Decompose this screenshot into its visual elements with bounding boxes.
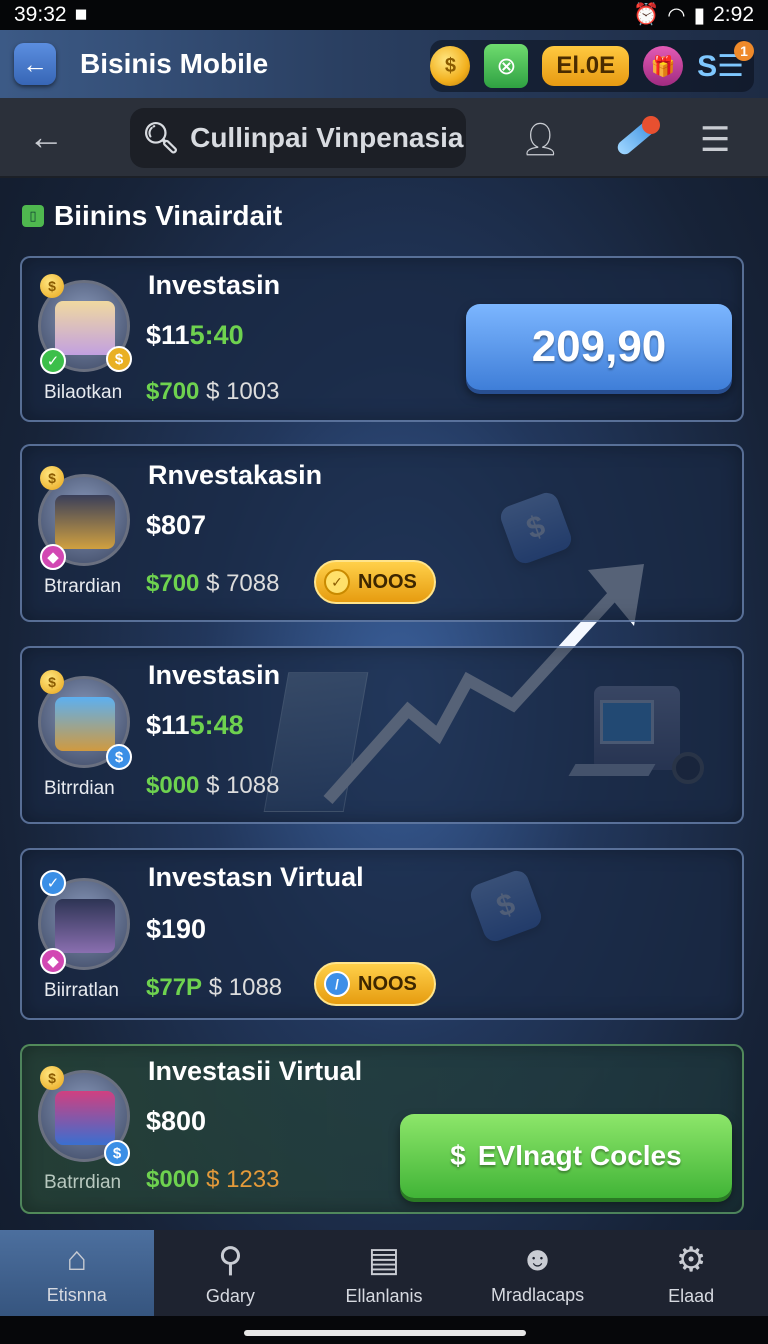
owner-name: Btrardian: [44, 576, 122, 597]
hamburger-menu-icon[interactable]: ☰: [700, 120, 730, 160]
app-title: Bisinis Mobile: [80, 48, 269, 79]
buy-price-button[interactable]: 209,90: [466, 304, 732, 390]
alarm-icon: ⏰: [633, 3, 660, 26]
clock-right: 2:92: [713, 3, 754, 26]
card-title: Rnvestakasin: [148, 460, 323, 490]
card-price: $115:40: [146, 320, 244, 350]
investment-card[interactable]: ✓ ◆ Biirratlan Investasn Virtual $190 $7…: [20, 848, 744, 1020]
investment-card[interactable]: $ $ Bitrrdian Investasin $115:48 $000 $ …: [20, 646, 744, 824]
app-screen: 39:32 ■ ⏰ ◠ ▮ 2:92 ← Bisinis Mobile $ ⊗ …: [0, 0, 768, 1344]
coin-icon[interactable]: $: [430, 46, 471, 86]
owner-name: Bitrrdian: [44, 778, 115, 799]
currency-balance[interactable]: El.0E: [542, 46, 630, 86]
card-title: Investasii Virtual: [148, 1056, 363, 1086]
card-income: $700 $ 1003: [146, 378, 280, 405]
currency-bar: $ ⊗ El.0E 🎁 S☰ 1: [430, 40, 754, 92]
card-income: $000 $ 1088: [146, 772, 280, 799]
card-income: $77P $ 1088: [146, 974, 283, 1001]
arrow-left-icon: ←: [22, 48, 48, 79]
manage-cycles-button[interactable]: $ EVlnagt Cocles: [400, 1114, 732, 1198]
investment-card[interactable]: $ ◆ Btrardian Rnvestakasin $807 $700 $ 7…: [20, 444, 744, 622]
app-bar: ← Bisinis Mobile $ ⊗ El.0E 🎁 S☰ 1: [0, 30, 768, 98]
nav-item-people[interactable]: ☻ Mradlacaps: [461, 1230, 615, 1316]
search-row: ← 🔍︎ Cullinpai Vinpenasia 👤︎ ☰: [0, 98, 768, 178]
search-input[interactable]: 🔍︎ Cullinpai Vinpenasia: [130, 108, 466, 168]
card-price: $190: [146, 914, 207, 944]
rocket-icon[interactable]: [610, 116, 660, 160]
bottom-navigation: ⌂ Etisnna ⚲ Gdary ▤ Ellanlanis ☻ Mradlacaps …: [0, 1230, 768, 1316]
clock-left: 39:32: [14, 3, 67, 26]
check-icon: ✓: [324, 569, 350, 595]
card-price: $800: [146, 1106, 207, 1136]
wifi-icon: ◠: [667, 3, 686, 27]
section-icon: ▯: [22, 205, 44, 227]
card-price: $115:48: [146, 710, 244, 740]
tag-icon: ◆: [40, 544, 66, 570]
tag-icon: ◆: [40, 948, 66, 974]
signal-icon: ▮: [693, 3, 706, 27]
status-pill[interactable]: / NOOS: [314, 962, 436, 1006]
owner-name: Bilaotkan: [44, 382, 123, 403]
search-icon: ⚲: [217, 1240, 243, 1279]
card-income: $700 $ 7088: [146, 570, 280, 597]
card-title: Investasin: [148, 270, 281, 300]
clipboard-icon: ▤: [367, 1240, 401, 1279]
card-title: Investasn Virtual: [148, 862, 364, 892]
card-income: $000 $ 1233: [146, 1166, 280, 1193]
status-pill[interactable]: ✓ NOOS: [314, 560, 436, 604]
section-header: ▯ Biinins Vinairdait: [22, 200, 282, 232]
notification-icon: ■: [74, 3, 88, 26]
check-icon: ✓: [40, 348, 66, 374]
card-price: $807: [146, 510, 207, 540]
home-icon: ⌂: [66, 1240, 88, 1278]
people-icon: ☻: [519, 1240, 556, 1278]
coin-icon: $: [40, 670, 64, 694]
coin-icon: $: [40, 466, 64, 490]
nav-item-search[interactable]: ⚲ Gdary: [154, 1230, 308, 1316]
edit-icon: /: [324, 971, 350, 997]
owner-name: Biirratlan: [44, 980, 119, 1001]
investment-card[interactable]: $ $ Batrrdian Investasii Virtual $800 $0…: [20, 1044, 744, 1214]
search-text: Cullinpai Vinpenasia: [190, 122, 464, 153]
user-icon[interactable]: 👤︎: [520, 120, 561, 158]
dollar-badge-icon: $: [104, 1140, 130, 1166]
back-button[interactable]: ←: [14, 43, 56, 85]
gear-icon: ⚙: [675, 1240, 707, 1279]
dollar-icon: $: [450, 1140, 466, 1171]
nav-item-settings[interactable]: ⚙ Elaad: [614, 1230, 768, 1316]
card-title: Investasin: [148, 660, 281, 690]
dollar-badge-icon: $: [106, 744, 132, 770]
search-icon: 🔍︎: [142, 121, 181, 155]
dollar-badge-icon: $: [106, 346, 132, 372]
coin-icon: $: [40, 1066, 64, 1090]
nav-item-clipboard[interactable]: ▤ Ellanlanis: [307, 1230, 461, 1316]
notification-badge: 1: [734, 40, 754, 61]
home-indicator[interactable]: [244, 1330, 526, 1336]
gift-icon[interactable]: 🎁: [643, 46, 684, 86]
check-icon: ✓: [40, 870, 66, 896]
nav-item-home[interactable]: ⌂ Etisnna: [0, 1230, 154, 1316]
status-bar: 39:32 ■ ⏰ ◠ ▮ 2:92: [0, 0, 768, 30]
menu-badge-button[interactable]: S☰ 1: [697, 40, 754, 84]
target-icon[interactable]: ⊗: [484, 44, 529, 88]
coin-icon: $: [40, 274, 64, 298]
section-title: Biinins Vinairdait: [54, 200, 283, 231]
investment-card[interactable]: $ ✓ $ Bilaotkan Investasin $115:40 $700 …: [20, 256, 744, 422]
owner-name: Batrrdian: [44, 1172, 122, 1193]
arrow-left-icon[interactable]: ←: [28, 116, 64, 158]
